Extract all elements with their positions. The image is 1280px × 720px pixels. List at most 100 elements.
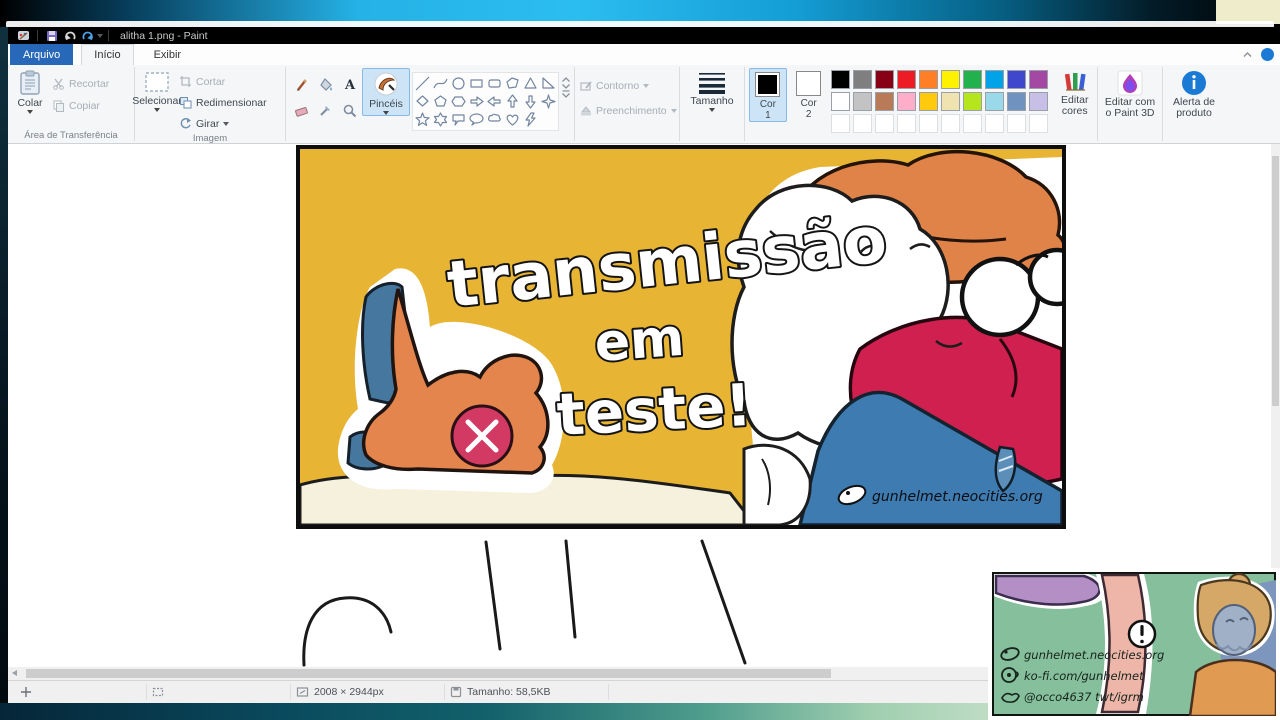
rotate-button[interactable]: Girar <box>179 114 267 133</box>
horizontal-scroll-thumb[interactable] <box>26 669 831 678</box>
edit-colors-button[interactable]: Editar cores <box>1053 68 1097 117</box>
shape-diamond-icon[interactable] <box>414 93 431 110</box>
eraser-tool[interactable] <box>290 98 312 122</box>
palette-swatch[interactable] <box>1028 70 1048 89</box>
qat-customize-icon[interactable] <box>97 33 103 38</box>
help-icon[interactable] <box>1261 48 1274 61</box>
palette-swatch[interactable] <box>940 70 960 89</box>
shape-rectangle-icon[interactable] <box>468 75 485 92</box>
palette-swatch[interactable] <box>940 92 960 111</box>
shape-callout-rounded-icon[interactable] <box>450 111 467 128</box>
pencil-tool[interactable] <box>290 72 312 96</box>
shapes-scroll-up-icon[interactable] <box>561 76 571 83</box>
vertical-scroll-thumb[interactable] <box>1272 156 1279 406</box>
palette-swatch[interactable] <box>874 92 894 111</box>
fill-tool[interactable] <box>314 72 336 96</box>
tab-view[interactable]: Exibir <box>142 44 194 65</box>
palette-swatch[interactable] <box>918 92 938 111</box>
paint3d-button[interactable]: Editar com o Paint 3D <box>1101 68 1159 119</box>
collapse-ribbon-icon[interactable] <box>1242 51 1253 58</box>
shape-curve-icon[interactable] <box>432 75 449 92</box>
palette-swatch-empty[interactable] <box>830 114 850 133</box>
palette-swatch[interactable] <box>830 70 850 89</box>
shape-heart-icon[interactable] <box>504 111 521 128</box>
text-tool[interactable]: A <box>338 72 360 96</box>
color1-button[interactable]: Cor 1 <box>749 68 787 122</box>
magnifier-tool[interactable] <box>338 98 360 122</box>
select-button[interactable]: Selecionar <box>132 68 182 112</box>
shape-star-5-icon[interactable] <box>414 111 431 128</box>
shape-lightning-icon[interactable] <box>522 111 539 128</box>
shape-line-icon[interactable] <box>414 75 431 92</box>
tab-file[interactable]: Arquivo <box>10 44 74 65</box>
palette-swatch-empty[interactable] <box>852 114 872 133</box>
brushes-button[interactable]: Pincéis <box>362 68 410 116</box>
save-icon[interactable] <box>45 29 59 42</box>
shape-options-group-label <box>575 130 679 143</box>
shape-rounded-rectangle-icon[interactable] <box>486 75 503 92</box>
palette-swatch[interactable] <box>852 92 872 111</box>
palette-swatch-empty[interactable] <box>896 114 916 133</box>
resize-button[interactable]: Redimensionar <box>179 93 267 112</box>
paint3d-label: Editar com o Paint 3D <box>1104 96 1156 119</box>
edit-colors-label: Editar cores <box>1061 94 1089 117</box>
shape-oval-icon[interactable] <box>450 75 467 92</box>
shape-pentagon-icon[interactable] <box>432 93 449 110</box>
cut-button[interactable]: Recortar <box>52 74 109 93</box>
palette-swatch[interactable] <box>852 70 872 89</box>
shape-hexagon-icon[interactable] <box>450 93 467 110</box>
paste-button[interactable]: Colar <box>8 68 52 114</box>
palette-swatch-empty[interactable] <box>918 114 938 133</box>
color-picker-tool[interactable] <box>314 98 336 122</box>
shape-callout-oval-icon[interactable] <box>468 111 485 128</box>
palette-swatch[interactable] <box>962 92 982 111</box>
palette-swatch[interactable] <box>830 92 850 111</box>
info-icon <box>1182 71 1206 95</box>
shape-polygon-icon[interactable] <box>504 75 521 92</box>
palette-swatch[interactable] <box>896 70 916 89</box>
crop-button[interactable]: Cortar <box>179 72 267 91</box>
palette-swatch-empty[interactable] <box>984 114 1004 133</box>
outline-button[interactable]: Contorno <box>579 76 677 95</box>
tab-home[interactable]: Início <box>81 44 134 65</box>
eyedropper-icon <box>319 105 330 116</box>
palette-swatch-empty[interactable] <box>940 114 960 133</box>
undo-icon[interactable] <box>63 29 77 42</box>
product-alert-button[interactable]: Alerta de produto <box>1166 68 1222 119</box>
scroll-left-icon[interactable] <box>12 670 17 676</box>
color2-swatch <box>796 71 822 96</box>
palette-swatch[interactable] <box>874 70 894 89</box>
image-dimensions: 2008 × 2944px <box>314 686 384 698</box>
shape-star-4-icon[interactable] <box>540 93 557 110</box>
fill-option-button[interactable]: Preenchimento <box>579 101 677 120</box>
shape-arrow-right-icon[interactable] <box>468 93 485 110</box>
shapes-scroll-down-icon[interactable] <box>561 83 571 90</box>
palette-swatch[interactable] <box>896 92 916 111</box>
palette-swatch[interactable] <box>984 70 1004 89</box>
copy-button[interactable]: Copiar <box>52 96 109 115</box>
palette-swatch[interactable] <box>918 70 938 89</box>
shape-arrow-down-icon[interactable] <box>522 93 539 110</box>
palette-swatch[interactable] <box>1006 70 1026 89</box>
palette-swatch-empty[interactable] <box>874 114 894 133</box>
shapes-more-icon[interactable] <box>561 90 571 99</box>
palette-swatch[interactable] <box>1028 92 1048 111</box>
edit-colors-icon <box>1064 73 1086 91</box>
palette-swatch[interactable] <box>1006 92 1026 111</box>
palette-swatch-empty[interactable] <box>1006 114 1026 133</box>
palette-swatch[interactable] <box>984 92 1004 111</box>
shape-triangle-icon[interactable] <box>522 75 539 92</box>
palette-swatch[interactable] <box>962 70 982 89</box>
shape-right-triangle-icon[interactable] <box>540 75 557 92</box>
palette-swatch-empty[interactable] <box>1028 114 1048 133</box>
size-button[interactable]: Tamanho <box>685 68 739 112</box>
overlay-exclamation <box>1127 619 1157 649</box>
color2-button[interactable]: Cor 2 <box>791 68 827 120</box>
shape-callout-cloud-icon[interactable] <box>486 111 503 128</box>
line-size-icon <box>699 73 725 94</box>
shape-arrow-up-icon[interactable] <box>504 93 521 110</box>
shape-star-6-icon[interactable] <box>432 111 449 128</box>
redo-icon[interactable] <box>81 29 95 42</box>
shape-arrow-left-icon[interactable] <box>486 93 503 110</box>
palette-swatch-empty[interactable] <box>962 114 982 133</box>
